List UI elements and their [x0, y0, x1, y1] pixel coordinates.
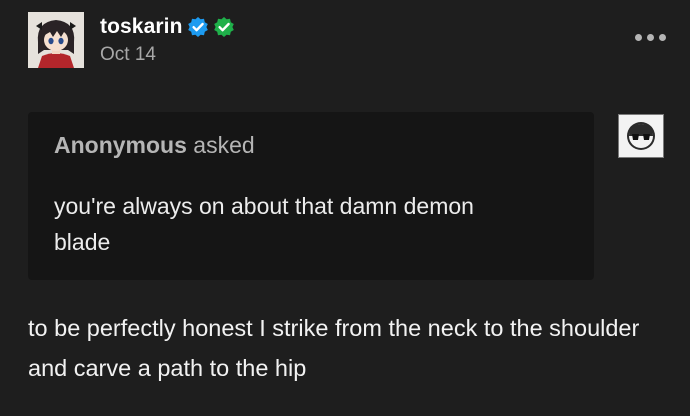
blue-verified-check-icon[interactable]	[187, 16, 209, 38]
username-link[interactable]: toskarin	[100, 15, 183, 39]
anonymous-sunglasses-icon	[618, 114, 664, 158]
anime-girl-avatar-icon	[28, 12, 84, 68]
post-header: toskarin Oct 14	[100, 12, 235, 66]
tumblr-post: toskarin Oct 14 Anonymous asked you're a…	[0, 0, 690, 416]
menu-dot	[635, 34, 642, 41]
more-options-icon[interactable]	[635, 34, 666, 41]
asker-line: Anonymous asked	[54, 132, 255, 159]
question-text: you're always on about that damn demon b…	[54, 193, 474, 255]
user-avatar[interactable]	[28, 12, 84, 68]
asked-label: asked	[193, 132, 255, 158]
ask-box: Anonymous asked you're always on about t…	[28, 112, 594, 280]
asker-name: Anonymous	[54, 132, 187, 158]
green-verified-check-icon[interactable]	[213, 16, 235, 38]
post-date[interactable]: Oct 14	[100, 44, 235, 66]
answer-text: to be perfectly honest I strike from the…	[28, 315, 640, 381]
menu-dot	[647, 34, 654, 41]
username-row: toskarin	[100, 12, 235, 42]
menu-dot	[659, 34, 666, 41]
